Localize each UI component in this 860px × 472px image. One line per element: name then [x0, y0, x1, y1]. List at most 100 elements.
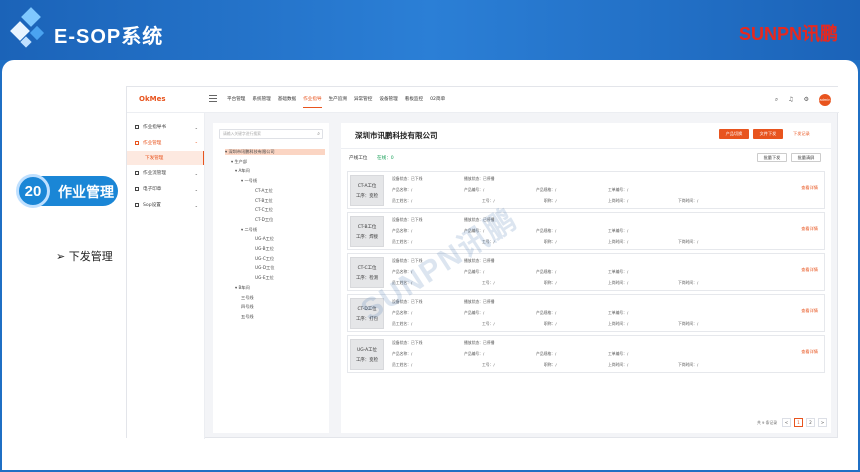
- station-field: 职称：/: [544, 321, 557, 327]
- nav-tab-5[interactable]: 异常管控: [354, 96, 372, 108]
- company-title: 深圳市讯鹏科技有限公司: [355, 131, 438, 140]
- tree-node[interactable]: UG-D工位: [255, 265, 274, 271]
- brand-name-latin: SUNPN: [738, 24, 802, 44]
- station-field: 产品编号：/: [464, 269, 484, 275]
- sidebar-item-0[interactable]: 作业指导书 ⌄: [127, 119, 204, 135]
- tree-node[interactable]: ▾ B车间: [235, 285, 250, 291]
- field-label: 职称：: [544, 280, 556, 285]
- field-value: /: [626, 362, 629, 367]
- tree-node[interactable]: CT-C工位: [255, 207, 273, 213]
- page-2-button[interactable]: 2: [806, 418, 815, 427]
- page-1-button[interactable]: 1: [794, 418, 803, 427]
- field-value: /: [554, 187, 557, 192]
- issue-record-link[interactable]: 下发记录: [793, 131, 810, 137]
- file-issue-button[interactable]: 文件下发: [753, 129, 783, 139]
- station-field: 工单编号：/: [608, 187, 628, 193]
- tree-node[interactable]: UG-B工位: [255, 246, 274, 252]
- station-badge: CT-B工位 工序：焊接: [350, 216, 384, 247]
- field-value: /: [696, 280, 699, 285]
- station-name: CT-C工位: [357, 265, 377, 271]
- tree-search-input[interactable]: 请输入关键字进行搜索 ⌕: [219, 129, 323, 139]
- tree-node[interactable]: 四号线: [241, 304, 254, 310]
- tree-node[interactable]: CT-A工位: [255, 188, 273, 194]
- station-field: 设备状态：已下线: [392, 176, 422, 182]
- search-icon[interactable]: ⌕: [775, 96, 778, 104]
- station-field: 上岗时间：/: [608, 321, 628, 327]
- search-icon[interactable]: ⌕: [317, 130, 320, 138]
- sidebar-item-1[interactable]: 作业管理 ⌃: [127, 135, 204, 151]
- tree-node[interactable]: 五号线: [241, 314, 254, 320]
- nav-tab-4[interactable]: 生产追溯: [329, 96, 347, 108]
- menu-toggle-icon[interactable]: [209, 95, 217, 102]
- sidebar-item-2[interactable]: 作业流管理 ⌄: [127, 165, 204, 181]
- product-switch-button[interactable]: 产品切换: [719, 129, 749, 139]
- batch-issue-button[interactable]: 批量下发: [757, 153, 787, 162]
- station-panel: 深圳市讯鹏科技有限公司 产品切换 文件下发 下发记录 产线工位 在线：0 批量下…: [341, 123, 831, 433]
- field-label: 产品名称：: [392, 228, 411, 233]
- bell-icon[interactable]: ♫: [788, 96, 793, 104]
- sidebar-item-label: 作业流管理: [143, 171, 166, 176]
- field-label: 上岗时间：: [608, 362, 627, 367]
- batch-clear-button[interactable]: 批量清屏: [791, 153, 821, 162]
- slide-title: E-SOP系统: [54, 26, 164, 48]
- field-value: 已下线: [410, 340, 423, 345]
- field-label: 产品名称：: [392, 187, 411, 192]
- station-field: 工单编号：/: [608, 351, 628, 357]
- station-field: 工号：/: [482, 198, 495, 204]
- view-detail-link[interactable]: 查看详情: [801, 349, 818, 355]
- tree-node[interactable]: UG-C工位: [255, 256, 274, 262]
- nav-tab-0[interactable]: 平台管理: [227, 96, 245, 108]
- station-field: 产品编号：/: [464, 351, 484, 357]
- tree-node[interactable]: 三号线: [241, 295, 254, 301]
- field-value: /: [626, 198, 629, 203]
- nav-tab-1[interactable]: 系统管理: [252, 96, 270, 108]
- station-field: 职称：/: [544, 362, 557, 368]
- pagination: 共 9 条记录 < 1 2 >: [757, 418, 827, 427]
- station-field: 员工姓名：/: [392, 280, 412, 286]
- tree-node[interactable]: ▾ 深圳市讯鹏科技有限公司: [225, 149, 325, 155]
- sidebar-subitem-1-0[interactable]: 下发管理: [127, 151, 204, 165]
- field-value: /: [626, 239, 629, 244]
- tree-node[interactable]: UG-A工位: [255, 236, 274, 242]
- nav-tab-7[interactable]: 看板监控: [405, 96, 423, 108]
- nav-tab-6[interactable]: 设备管理: [379, 96, 397, 108]
- tree-node[interactable]: ▾ A车间: [235, 168, 250, 174]
- tree-node[interactable]: ▾ 二号线: [241, 227, 257, 233]
- field-value: /: [696, 239, 699, 244]
- tree-node[interactable]: ▾ 一号线: [241, 178, 257, 184]
- prev-page-button[interactable]: <: [782, 418, 791, 427]
- tree-node-label: CT-D工位: [255, 216, 274, 222]
- nav-tab-8[interactable]: 02简单: [430, 96, 445, 108]
- field-value: /: [410, 228, 413, 233]
- tree-node[interactable]: CT-D工位: [255, 217, 273, 223]
- station-card: CT-B工位 工序：焊接 设备状态：已下线 播放状态：已停播 产品名称：/产品编号：/产…: [347, 212, 825, 250]
- station-field: 员工姓名：/: [392, 239, 412, 245]
- view-detail-link[interactable]: 查看详情: [801, 267, 818, 273]
- tree-node[interactable]: UG-E工位: [255, 275, 274, 281]
- main-nav: 平台管理 系统管理 基础数据 作业指导 生产追溯 异常管控 设备管理 看板监控 02简单: [227, 96, 445, 108]
- tree-node[interactable]: ▾ 生产部: [231, 159, 247, 165]
- station-field: 职称：/: [544, 239, 557, 245]
- station-field: 产品规格：/: [536, 351, 556, 357]
- next-page-button[interactable]: >: [818, 418, 827, 427]
- nav-tab-3[interactable]: 作业指导: [303, 96, 322, 108]
- view-detail-link[interactable]: 查看详情: [801, 185, 818, 191]
- settings-icon[interactable]: ⚙: [804, 96, 809, 104]
- view-detail-link[interactable]: 查看详情: [801, 226, 818, 232]
- avatar[interactable]: admin: [819, 94, 831, 106]
- tree-node[interactable]: CT-B工位: [255, 198, 273, 204]
- station-field: 产品规格：/: [536, 187, 556, 193]
- tree-node-label: 三号线: [241, 294, 254, 300]
- sidebar-item-3[interactable]: 电子印章 ⌄: [127, 181, 204, 197]
- station-field: 下岗时间：/: [678, 362, 698, 368]
- nav-tab-2[interactable]: 基础数据: [278, 96, 296, 108]
- field-label: 工号：: [482, 321, 494, 326]
- tree-node-label: UG-D工位: [255, 265, 275, 271]
- view-detail-link[interactable]: 查看详情: [801, 308, 818, 314]
- sidebar-item-label: 电子印章: [143, 187, 162, 192]
- station-field: 工号：/: [482, 321, 495, 327]
- station-field: 播放状态：已停播: [464, 176, 494, 182]
- field-value: /: [493, 239, 495, 244]
- tree-node-label: 五号线: [241, 313, 254, 319]
- sidebar-item-4[interactable]: Sop设置 ⌄: [127, 197, 204, 213]
